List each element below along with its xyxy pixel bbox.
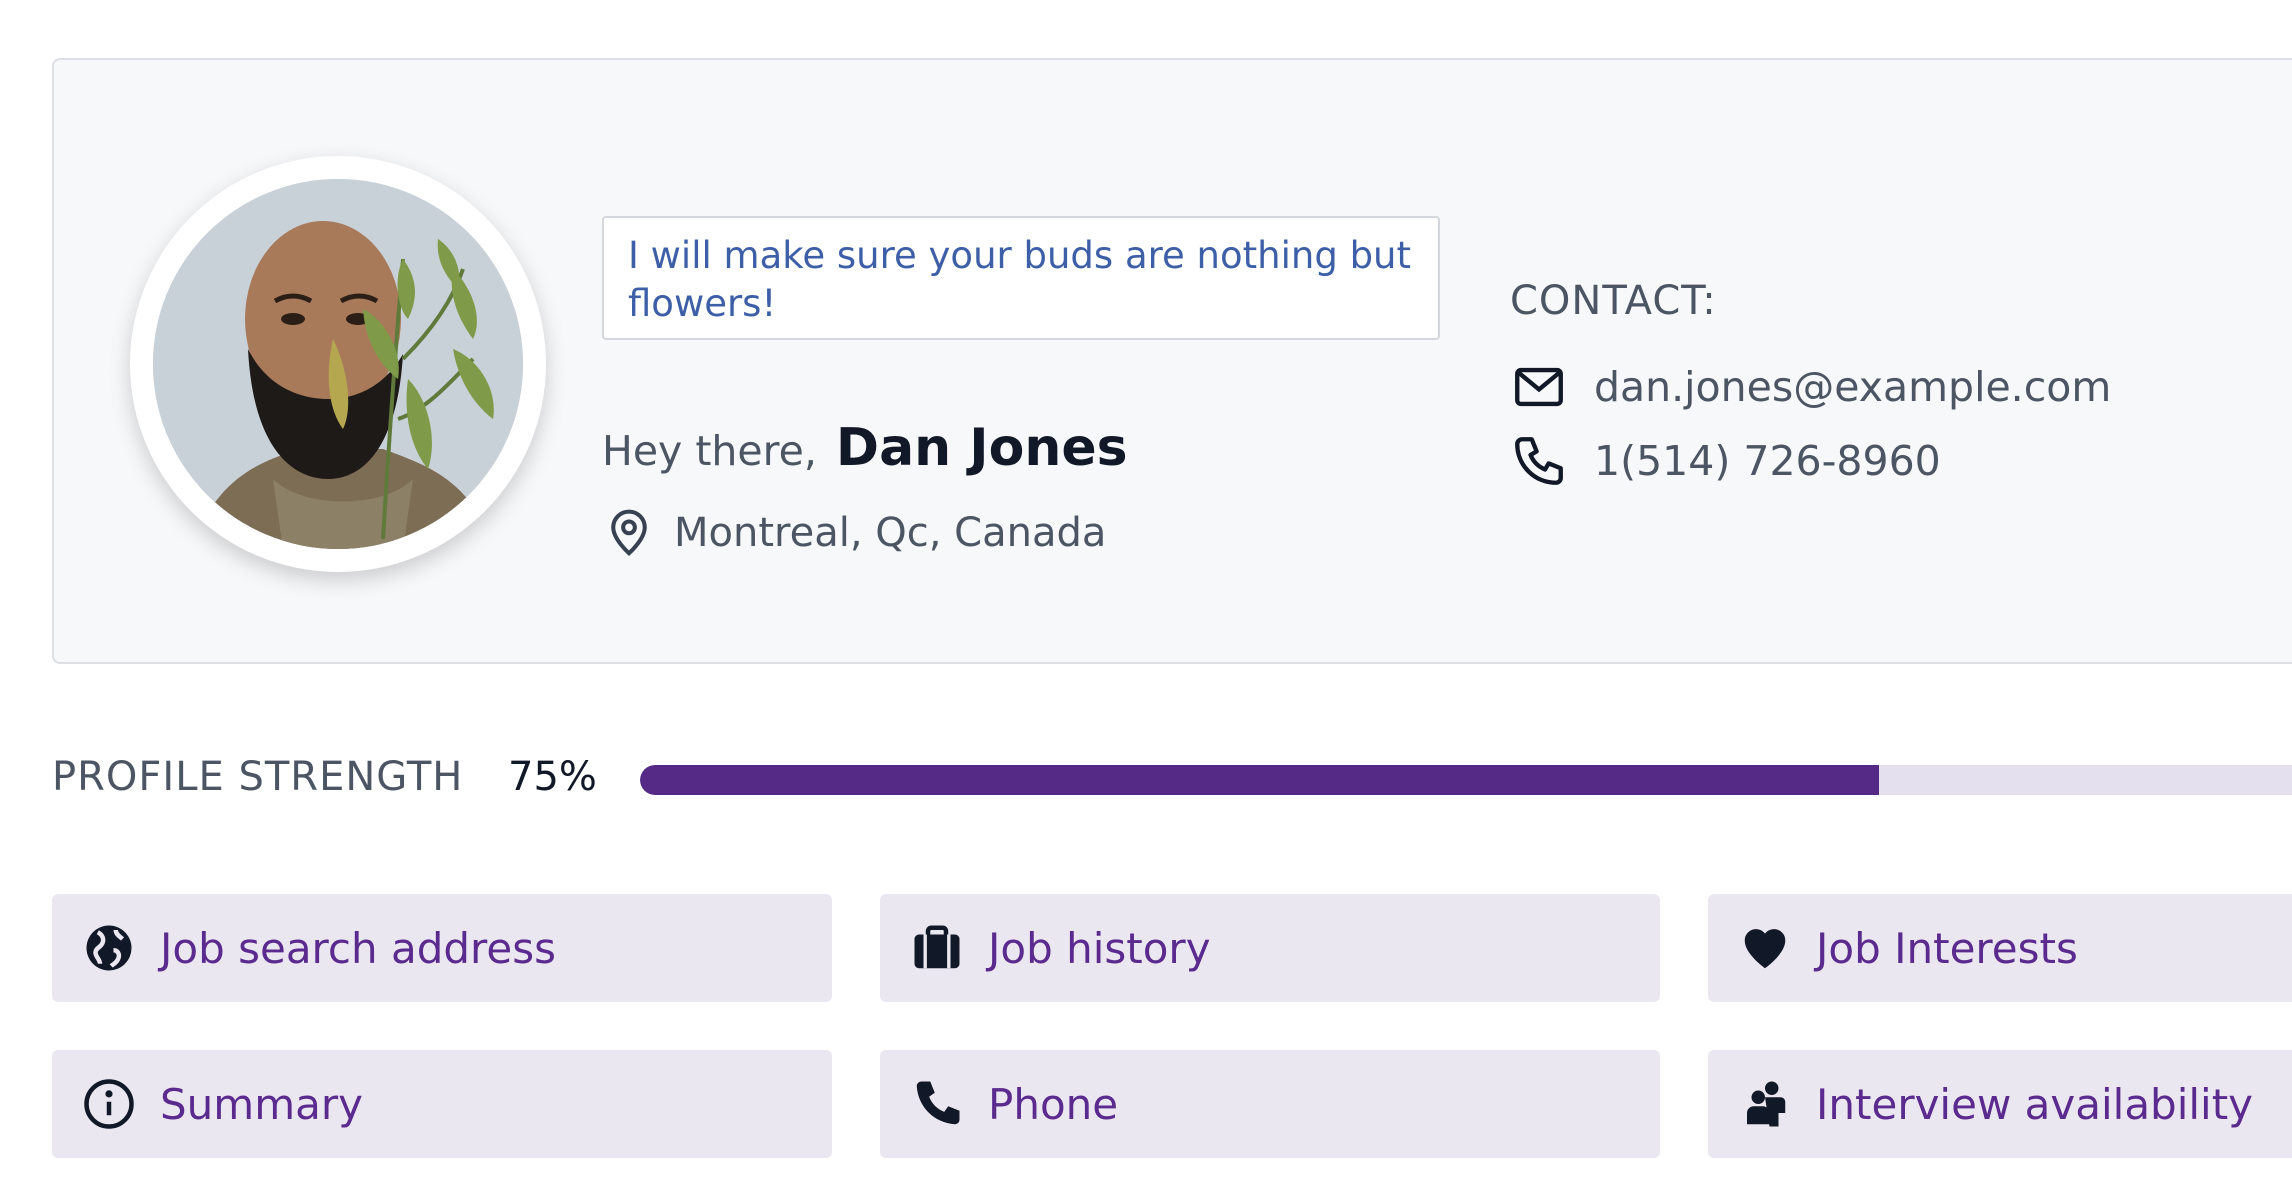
globe-icon xyxy=(86,925,132,971)
tile-label: Phone xyxy=(988,1079,1119,1129)
location: Montreal, Qc, Canada xyxy=(602,506,1106,560)
job-history-button[interactable]: Job history xyxy=(880,894,1660,1002)
tile-label: Job history xyxy=(988,923,1211,973)
contact-title: CONTACT: xyxy=(1510,278,1717,324)
interview-availability-button[interactable]: Interview availability xyxy=(1708,1050,2292,1158)
profile-strength-value: 75% xyxy=(508,754,597,800)
tile-label: Interview availability xyxy=(1816,1079,2254,1129)
greeting: Hey there, Dan Jones xyxy=(602,418,1128,478)
profile-strength-bar xyxy=(640,765,2292,795)
job-interests-button[interactable]: Job Interests xyxy=(1708,894,2292,1002)
contact-phone[interactable]: 1(514) 726-8960 xyxy=(1510,432,1941,490)
briefcase-icon xyxy=(914,925,960,969)
greeting-text: Hey there, xyxy=(602,427,817,475)
summary-button[interactable]: Summary xyxy=(52,1050,832,1158)
phone-icon xyxy=(1515,437,1563,485)
profile-strength-label: PROFILE STRENGTH xyxy=(52,754,464,800)
contact-email[interactable]: dan.jones@example.com xyxy=(1510,358,2111,416)
people-icon xyxy=(1747,1081,1786,1127)
phone-icon xyxy=(916,1081,960,1125)
map-pin-icon xyxy=(611,509,647,556)
tile-label: Job Interests xyxy=(1816,923,2078,973)
tile-label: Summary xyxy=(160,1079,363,1129)
avatar[interactable] xyxy=(130,156,546,572)
tile-label: Job search address xyxy=(160,923,556,973)
heart-icon xyxy=(1744,929,1786,969)
profile-card: I will make sure your buds are nothing b… xyxy=(52,58,2292,664)
phone-button[interactable]: Phone xyxy=(880,1050,1660,1158)
profile-strength-fill xyxy=(640,765,1879,795)
job-search-address-button[interactable]: Job search address xyxy=(52,894,832,1002)
envelope-icon xyxy=(1515,367,1563,407)
avatar-photo xyxy=(153,179,523,549)
location-text: Montreal, Qc, Canada xyxy=(674,510,1107,556)
tagline[interactable]: I will make sure your buds are nothing b… xyxy=(602,216,1440,340)
phone-text[interactable]: 1(514) 726-8960 xyxy=(1594,437,1941,485)
email-text[interactable]: dan.jones@example.com xyxy=(1594,363,2111,411)
user-name: Dan Jones xyxy=(835,418,1128,478)
info-icon xyxy=(84,1079,134,1129)
